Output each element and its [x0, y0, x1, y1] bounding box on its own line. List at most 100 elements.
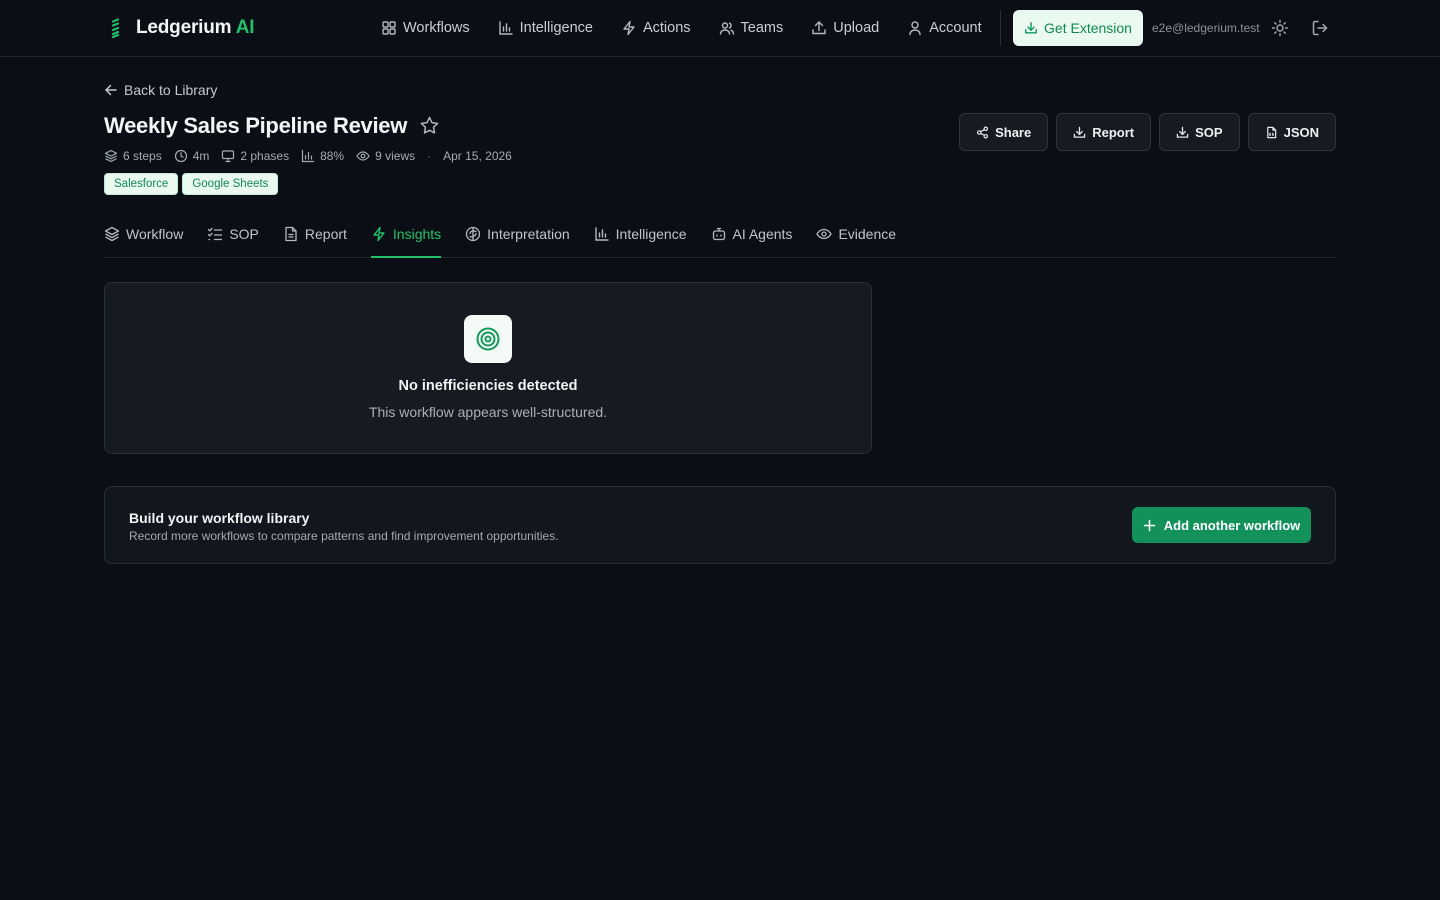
tab-workflow[interactable]: Workflow [104, 222, 183, 257]
sop-label: SOP [1195, 124, 1223, 140]
get-extension-button[interactable]: Get Extension [1013, 10, 1143, 46]
insights-subtitle: This workflow appears well-structured. [368, 404, 608, 420]
back-to-library-link[interactable]: Back to Library [104, 82, 217, 98]
monitor-icon [222, 150, 235, 163]
tab-intelligence[interactable]: Intelligence [594, 222, 687, 257]
tab-intelligence-label: Intelligence [615, 225, 687, 242]
sun-icon [1271, 19, 1289, 37]
top-nav-bar: Ledgerium AI Workflows Intelligence Acti… [0, 0, 1440, 57]
tab-evidence[interactable]: Evidence [816, 222, 896, 257]
json-label: JSON [1283, 124, 1319, 140]
meta-date: Apr 15, 2026 [443, 149, 512, 163]
user-icon [909, 21, 921, 36]
document-icon [285, 226, 297, 241]
nav-upload-label: Upload [833, 20, 880, 36]
logout-icon [1312, 20, 1328, 36]
meta-views-value: 9 views [375, 149, 416, 163]
nav-workflows-label: Workflows [403, 20, 470, 36]
tab-workflow-label: Workflow [126, 225, 184, 242]
tab-sop[interactable]: SOP [207, 222, 259, 257]
download-sop-button[interactable]: SOP [1159, 113, 1240, 151]
nav-account[interactable]: Account [907, 17, 982, 39]
nav-teams-label: Teams [740, 20, 784, 36]
target-icon-container [464, 315, 512, 363]
add-another-workflow-button[interactable]: Add another workflow [1132, 507, 1311, 543]
bar-chart-icon [498, 21, 513, 35]
meta-duration: 4m [174, 149, 210, 163]
get-extension-label: Get Extension [1044, 20, 1132, 36]
download-report-button[interactable]: Report [1056, 113, 1152, 151]
insights-title: No inefficiencies detected [398, 378, 578, 394]
tab-evidence-label: Evidence [838, 225, 897, 242]
bot-icon [712, 227, 725, 240]
meta-duration-value: 4m [192, 149, 210, 163]
upload-icon [812, 21, 826, 35]
brand-name: Ledgerium [136, 17, 232, 38]
nav-teams[interactable]: Teams [719, 17, 784, 39]
eye-icon [816, 228, 833, 239]
clock-icon [174, 149, 187, 163]
title-row: Weekly Sales Pipeline Review [104, 113, 441, 139]
favorite-button[interactable] [419, 115, 441, 137]
download-icon [1025, 22, 1037, 34]
target-icon [476, 327, 500, 351]
share-icon [977, 126, 989, 138]
nav-divider [1000, 10, 1001, 46]
grid-icon [382, 21, 396, 35]
ledgerium-logo-icon [106, 16, 126, 40]
library-title: Build your workflow library [129, 510, 310, 526]
tab-insights[interactable]: Insights [370, 222, 442, 258]
tab-report-label: Report [304, 225, 347, 242]
layers-icon [104, 149, 118, 163]
eye-icon [356, 151, 370, 161]
logout-button[interactable] [1311, 19, 1329, 37]
report-label: Report [1092, 124, 1135, 140]
meta-views: 9 views [356, 149, 415, 163]
brand-suffix: AI [235, 17, 255, 38]
bolt-icon [623, 20, 635, 36]
user-email: e2e@ledgerium.test [1152, 21, 1260, 35]
meta-steps: 6 steps [104, 149, 162, 163]
plus-icon [1143, 519, 1156, 531]
page-title: Weekly Sales Pipeline Review [104, 113, 408, 138]
bolt-icon [373, 226, 385, 241]
download-json-button[interactable]: JSON [1247, 113, 1336, 151]
build-library-card: Build your workflow library Record more … [104, 486, 1336, 564]
tag-salesforce: Salesforce [104, 173, 179, 195]
tab-report[interactable]: Report [283, 222, 347, 257]
brand[interactable]: Ledgerium AI [106, 16, 255, 40]
workflow-tabs: Workflow SOP Report Insights Interpretat… [104, 222, 1336, 258]
tag-google-sheets: Google Sheets [182, 173, 279, 195]
meta-score-value: 88% [320, 149, 345, 163]
brain-icon [466, 226, 481, 241]
layers-icon [104, 226, 120, 241]
header-actions: Share Report SOP JSON [959, 113, 1336, 151]
bar-chart-icon [301, 149, 315, 163]
nav-workflows[interactable]: Workflows [381, 17, 470, 39]
main-nav: Workflows Intelligence Actions Teams Upl… [381, 17, 982, 39]
library-subtitle: Record more workflows to compare pattern… [129, 529, 559, 543]
tab-insights-label: Insights [392, 225, 442, 242]
nav-intelligence[interactable]: Intelligence [498, 17, 593, 39]
tab-ai-agents-label: AI Agents [732, 225, 793, 242]
tab-ai-agents[interactable]: AI Agents [711, 222, 793, 257]
nav-actions[interactable]: Actions [621, 17, 691, 39]
integration-tags: Salesforce Google Sheets [104, 173, 279, 195]
tab-sop-label: SOP [229, 225, 259, 242]
arrow-left-icon [105, 84, 117, 96]
nav-upload[interactable]: Upload [811, 17, 879, 39]
insights-empty-state: No inefficiencies detected This workflow… [104, 282, 872, 454]
meta-score: 88% [301, 149, 344, 163]
theme-toggle-button[interactable] [1271, 19, 1289, 37]
meta-steps-value: 6 steps [123, 149, 162, 163]
meta-phases-value: 2 phases [240, 149, 290, 163]
nav-account-label: Account [929, 20, 982, 36]
tab-interpretation[interactable]: Interpretation [465, 222, 570, 257]
users-icon [719, 22, 734, 35]
nav-intelligence-label: Intelligence [519, 20, 593, 36]
share-button[interactable]: Share [959, 113, 1049, 151]
checklist-icon [208, 227, 223, 240]
add-workflow-label: Add another workflow [1163, 517, 1301, 533]
share-label: Share [995, 124, 1032, 140]
download-icon [1073, 126, 1086, 138]
